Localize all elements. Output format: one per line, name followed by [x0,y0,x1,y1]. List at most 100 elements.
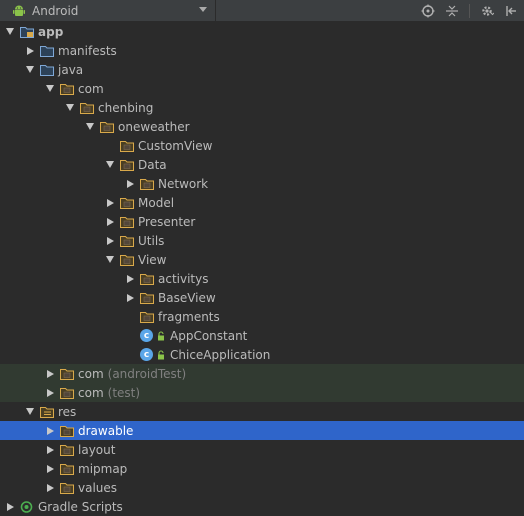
collapsed-arrow-icon[interactable] [124,178,136,190]
tree-item-appconstant[interactable]: c AppConstant [0,326,524,345]
tree-item-data[interactable]: Data [0,155,524,174]
collapsed-arrow-icon[interactable] [104,197,116,209]
collapsed-arrow-icon[interactable] [104,235,116,247]
tree-item-label: com [78,81,104,96]
tree-item-com[interactable]: com (test) [0,383,524,402]
tree-item-label: res [58,404,77,419]
chevron-down-icon [199,7,207,12]
collapsed-arrow-icon[interactable] [24,45,36,57]
tree-item-mipmap[interactable]: mipmap [0,459,524,478]
tree-item-label: com [78,385,104,400]
tree-item-model[interactable]: Model [0,193,524,212]
tree-item-fragments[interactable]: fragments [0,307,524,326]
tree-item-gradle-scripts[interactable]: Gradle Scripts [0,497,524,516]
tree-item-app[interactable]: app [0,22,524,41]
tree-item-label: app [38,24,64,39]
tree-item-com[interactable]: com (androidTest) [0,364,524,383]
package-icon [60,444,78,456]
tree-item-manifests[interactable]: manifests [0,41,524,60]
package-icon [140,292,158,304]
tree-item-label: Data [138,157,167,172]
folder-icon [40,64,58,76]
tree-item-network[interactable]: Network [0,174,524,193]
tree-item-values[interactable]: values [0,478,524,497]
tree-item-presenter[interactable]: Presenter [0,212,524,231]
module-folder-icon [20,26,38,38]
collapsed-arrow-icon[interactable] [104,216,116,228]
tree-item-chenbing[interactable]: chenbing [0,98,524,117]
tree-item-label: BaseView [158,290,216,305]
tree-item-label: chenbing [98,100,154,115]
package-icon [60,482,78,494]
collapsed-arrow-icon[interactable] [44,387,56,399]
tree-item-res[interactable]: res [0,402,524,421]
expanded-arrow-icon[interactable] [64,102,76,114]
folder-icon [40,45,58,57]
tree-item-label: manifests [58,43,117,58]
tree-item-label: java [58,62,84,77]
collapsed-arrow-icon[interactable] [124,273,136,285]
expanded-arrow-icon[interactable] [44,83,56,95]
package-icon [140,311,158,323]
class-icon: c [140,348,153,361]
collapse-all-icon[interactable] [445,4,459,18]
tree-item-label: drawable [78,423,134,438]
tree-item-oneweather[interactable]: oneweather [0,117,524,136]
collapsed-arrow-icon[interactable] [44,444,56,456]
gradle-icon [20,500,38,513]
tree-item-label: values [78,480,118,495]
project-view-dropdown[interactable]: Android [0,0,216,22]
collapsed-arrow-icon[interactable] [44,482,56,494]
tree-item-label: Utils [138,233,165,248]
collapsed-arrow-icon[interactable] [44,463,56,475]
collapsed-arrow-icon[interactable] [124,292,136,304]
target-icon[interactable] [421,4,435,18]
expanded-arrow-icon[interactable] [104,254,116,266]
tree-item-label: Presenter [138,214,196,229]
collapsed-arrow-icon[interactable] [4,501,16,513]
tree-item-label: mipmap [78,461,128,476]
hide-icon[interactable] [504,4,518,18]
tree-item-com[interactable]: com [0,79,524,98]
expanded-arrow-icon[interactable] [24,64,36,76]
package-icon [80,102,98,114]
collapsed-arrow-icon[interactable] [44,368,56,380]
package-icon [120,197,138,209]
tree-item-utils[interactable]: Utils [0,231,524,250]
package-icon [100,121,118,133]
tree-item-label: Model [138,195,175,210]
tree-item-view[interactable]: View [0,250,524,269]
package-icon [60,83,78,95]
package-icon [60,387,78,399]
tree-item-baseview[interactable]: BaseView [0,288,524,307]
expanded-arrow-icon[interactable] [24,406,36,418]
tree-item-drawable[interactable]: drawable [0,421,524,440]
tree-item-java[interactable]: java [0,60,524,79]
tree-item-suffix: (test) [107,385,141,400]
tree-item-label: activitys [158,271,209,286]
collapsed-arrow-icon[interactable] [44,425,56,437]
tree-item-label: layout [78,442,116,457]
tree-item-label: fragments [158,309,220,324]
expanded-arrow-icon[interactable] [4,26,16,38]
class-icon: c [140,329,153,342]
tree-item-customview[interactable]: CustomView [0,136,524,155]
tree-item-layout[interactable]: layout [0,440,524,459]
expanded-arrow-icon[interactable] [84,121,96,133]
package-icon [140,178,158,190]
package-icon [120,216,138,228]
tree-item-label: CustomView [138,138,213,153]
package-icon [60,425,78,437]
expanded-arrow-icon[interactable] [104,159,116,171]
android-icon [13,5,25,16]
tree-item-activitys[interactable]: activitys [0,269,524,288]
lock-icon [157,349,170,360]
package-icon [60,463,78,475]
package-icon [60,368,78,380]
package-icon [140,273,158,285]
tree-item-chiceapplication[interactable]: c ChiceApplication [0,345,524,364]
project-view-label: Android [32,4,79,18]
gear-icon[interactable] [480,4,494,18]
project-toolbar: Android [0,0,524,22]
tree-item-label: Gradle Scripts [38,499,123,514]
